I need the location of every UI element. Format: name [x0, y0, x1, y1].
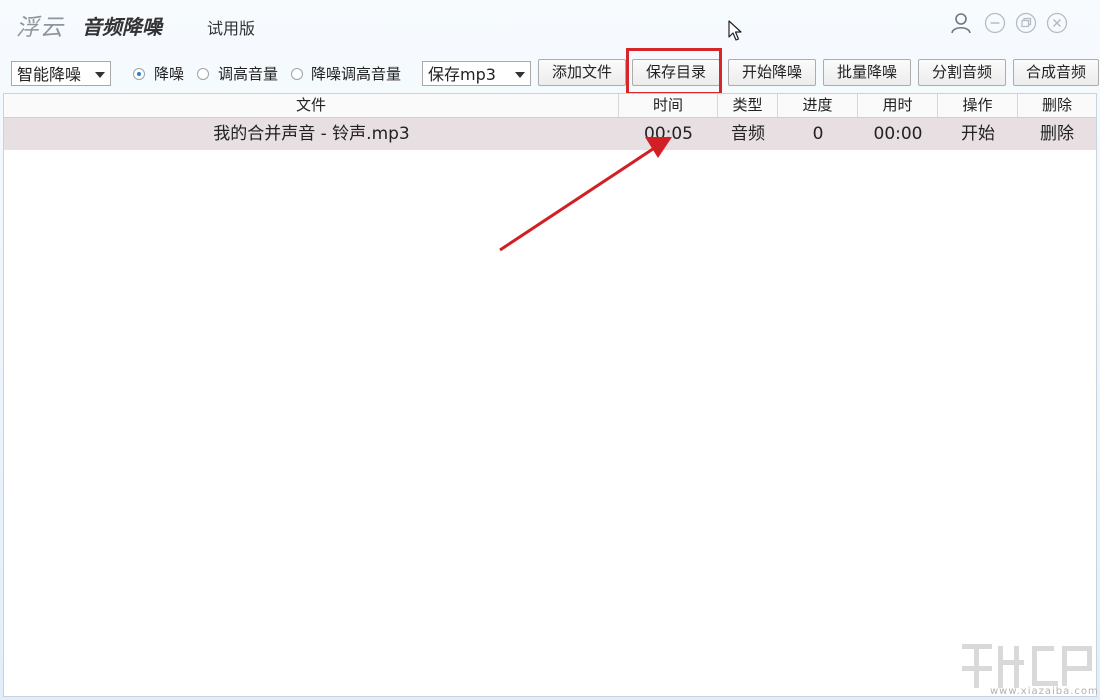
merge-audio-button[interactable]: 合成音频 — [1013, 59, 1099, 86]
format-select-value: 保存mp3 — [428, 65, 496, 84]
radio-denoise[interactable] — [133, 68, 145, 80]
mouse-cursor-icon — [728, 20, 744, 42]
format-select[interactable]: 保存mp3 — [422, 61, 531, 86]
column-header-file[interactable]: 文件 — [4, 94, 619, 117]
minimize-icon[interactable] — [984, 12, 1006, 34]
cell-elapsed: 00:00 — [873, 124, 923, 144]
radio-denoise-raise-volume-label[interactable]: 降噪调高音量 — [311, 64, 401, 84]
radio-denoise-raise-volume[interactable] — [291, 68, 303, 80]
cell-time: 00:05 — [644, 124, 693, 144]
cell-progress: 0 — [812, 124, 824, 144]
mode-select[interactable]: 智能降噪 — [11, 61, 111, 86]
cell-action-start[interactable]: 开始 — [938, 118, 1018, 150]
column-header-type[interactable]: 类型 — [718, 94, 778, 117]
radio-raise-volume-label[interactable]: 调高音量 — [218, 64, 278, 84]
title-bar: 浮云 音频降噪 试用版 — [0, 0, 1100, 50]
column-header-time[interactable]: 时间 — [619, 94, 718, 117]
column-header-elapsed[interactable]: 用时 — [858, 94, 938, 117]
chevron-down-icon — [515, 72, 525, 78]
close-icon[interactable] — [1046, 12, 1068, 34]
column-header-progress[interactable]: 进度 — [778, 94, 858, 117]
file-table: 文件 时间 类型 进度 用时 操作 删除 我的合并声音 - 铃声.mp3 00:… — [3, 93, 1097, 697]
radio-denoise-label[interactable]: 降噪 — [154, 64, 184, 84]
split-audio-button[interactable]: 分割音频 — [918, 59, 1006, 86]
cell-delete[interactable]: 删除 — [1018, 118, 1096, 150]
watermark-url: www.xiazaiba.com — [990, 686, 1099, 697]
restore-icon[interactable] — [1015, 12, 1037, 34]
add-file-button[interactable]: 添加文件 — [538, 59, 626, 86]
cell-type: 音频 — [731, 124, 765, 144]
column-header-action[interactable]: 操作 — [938, 94, 1018, 117]
table-header: 文件 时间 类型 进度 用时 操作 删除 — [4, 94, 1096, 118]
save-directory-highlight — [626, 48, 722, 95]
app-name: 音频降噪 — [82, 15, 162, 39]
denoise-mode-radio-group: 降噪 调高音量 降噪调高音量 — [130, 64, 420, 84]
cell-file: 我的合并声音 - 铃声.mp3 — [213, 124, 410, 144]
radio-raise-volume[interactable] — [197, 68, 209, 80]
column-header-delete[interactable]: 删除 — [1018, 94, 1096, 117]
edition-label: 试用版 — [207, 19, 256, 38]
brand-logo: 浮云 — [16, 15, 64, 41]
user-icon[interactable] — [950, 12, 972, 34]
mode-select-value: 智能降噪 — [17, 65, 82, 84]
app-window: 浮云 音频降噪 试用版 智能降噪 降噪 调高音量 降噪调高音量 保存mp3 添加… — [0, 0, 1100, 700]
start-denoise-button[interactable]: 开始降噪 — [728, 59, 816, 86]
batch-denoise-button[interactable]: 批量降噪 — [823, 59, 911, 86]
table-row[interactable]: 我的合并声音 - 铃声.mp3 00:05 音频 0 00:00 开始 删除 — [4, 118, 1096, 150]
chevron-down-icon — [95, 72, 105, 78]
